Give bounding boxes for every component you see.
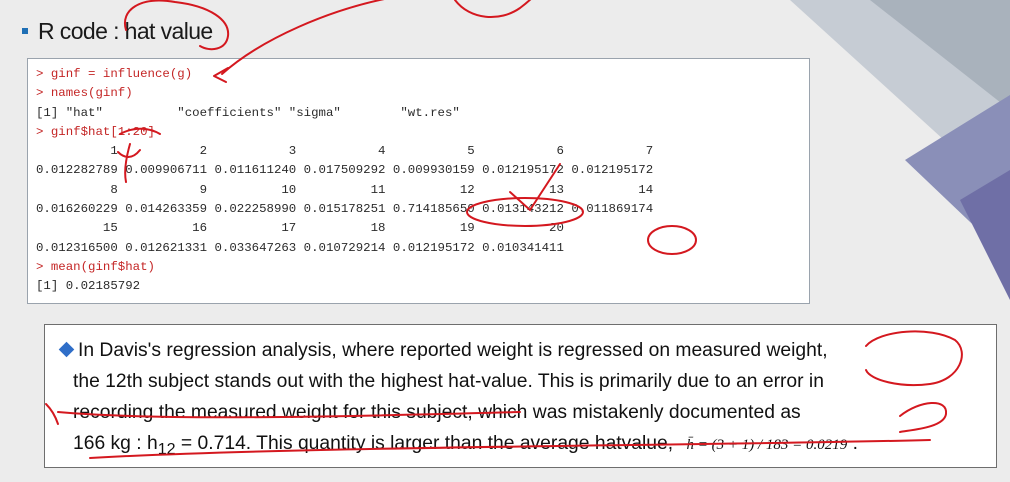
code-line: > names(ginf)	[36, 86, 133, 101]
slide-title: R code : hat value	[22, 14, 213, 48]
code-output-line: 15 16 17 18 19 20	[36, 221, 564, 236]
code-output-line: 0.012282789 0.009906711 0.011611240 0.01…	[36, 163, 654, 178]
r-code-block: > ginf = influence(g) > names(ginf) [1] …	[27, 58, 810, 304]
code-line: > ginf = influence(g)	[36, 67, 193, 81]
code-output-line: [1] "hat" "coefficients" "sigma" "wt.res…	[36, 105, 460, 120]
slide-title-text: R code : hat value	[38, 17, 213, 44]
code-output-line: 0.012316500 0.012621331 0.033647263 0.01…	[36, 240, 564, 255]
explanation-line-3: recording the measured weight for this s…	[73, 402, 801, 423]
code-output-line: 8 9 10 11 12 13 14	[36, 182, 654, 197]
explanation-line-1: In Davis's regression analysis, where re…	[58, 335, 982, 366]
explanation-line-2: the 12th subject stands out with the hig…	[73, 371, 824, 392]
code-line: > mean(ginf$hat)	[36, 259, 155, 274]
code-output-line: 0.016260229 0.014263359 0.022258990 0.01…	[36, 202, 654, 217]
average-hat-formula: h̄ = (3 + 1) / 183 = 0.0219	[686, 437, 848, 453]
explanation-line-4: 166 kg : h12 = 0.714. This quantity is l…	[73, 433, 858, 458]
diamond-bullet-icon	[58, 342, 75, 358]
top-squiggle-stroke	[454, 0, 532, 19]
code-output-line: 1 2 3 4 5 6 7	[36, 144, 654, 159]
code-line: > ginf$hat[1:20]	[36, 124, 155, 139]
explanation-box: In Davis's regression analysis, where re…	[44, 324, 997, 468]
bullet-square-icon	[22, 28, 28, 34]
code-output-line: [1] 0.02185792	[36, 279, 141, 294]
